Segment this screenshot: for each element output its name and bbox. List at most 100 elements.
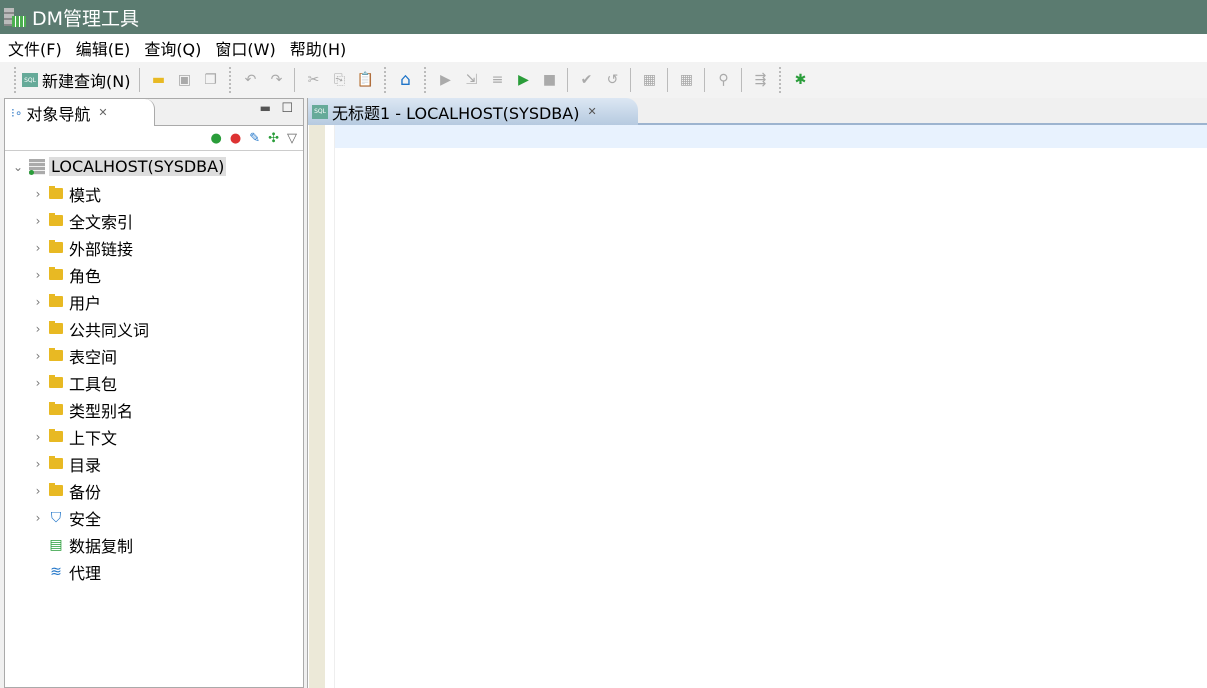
tree-item[interactable]: › 备份 [5,477,303,504]
folder-icon [49,483,63,496]
folder-icon [49,402,63,415]
chevron-right-icon[interactable]: › [31,268,45,282]
tree-item-label: 角色 [69,266,102,286]
object-navigator-panel: ⁝∘ 对象导航 ✕ ▬ ☐ ● ● ✎ ✣ ▽ ⌄ LOCALHOST(SYSD… [4,98,304,688]
folder-icon [49,294,63,307]
sql-editor[interactable] [335,125,1207,148]
open-folder-icon[interactable]: ▬ [147,69,169,91]
paste-icon[interactable]: 📋 [354,69,376,91]
chevron-right-icon[interactable]: › [31,457,45,471]
tree-item[interactable]: › ⛉ 安全 [5,504,303,531]
folder-icon [49,186,63,199]
editor-panel: SQL 无标题1 - LOCALHOST(SYSDBA) ✕ [307,98,1207,688]
chevron-down-icon[interactable]: ⌄ [11,160,25,174]
tree-item[interactable]: › 表空间 [5,342,303,369]
stop-icon[interactable]: ■ [538,69,560,91]
debug-icon[interactable]: ✱ [789,69,811,91]
run-icon[interactable]: ▶ [434,69,456,91]
chevron-right-icon[interactable]: › [31,322,45,336]
chevron-right-icon[interactable]: › [31,295,45,309]
close-icon[interactable]: ✕ [98,106,107,119]
view-menu-icon[interactable]: ▽ [287,131,297,146]
commit-icon[interactable]: ✔ [575,69,597,91]
tab-editor[interactable]: SQL 无标题1 - LOCALHOST(SYSDBA) ✕ [308,98,638,125]
disconnect-icon[interactable]: ● [230,131,241,146]
tree-item-label: 备份 [69,482,102,502]
replication-icon: ▤ [49,536,63,553]
redo-icon[interactable]: ↷ [265,69,287,91]
transaction-icon[interactable]: ⇶ [749,69,771,91]
tree-root-label: LOCALHOST(SYSDBA) [49,157,227,176]
menu-help[interactable]: 帮助(H) [290,36,347,60]
undo-icon[interactable]: ↶ [239,69,261,91]
connect-icon[interactable]: ● [211,131,222,146]
layers-icon: ≋ [50,563,62,580]
tree-item[interactable]: › 角色 [5,261,303,288]
new-query-button[interactable]: SQL 新建查询(N) [22,68,130,92]
tree-item[interactable]: › 目录 [5,450,303,477]
sql-file-icon: SQL [312,104,328,119]
tab-object-navigator[interactable]: ⁝∘ 对象导航 ✕ [5,99,155,126]
rollback-icon[interactable]: ↺ [601,69,623,91]
tab-label: 对象导航 [26,104,91,124]
save-icon[interactable]: ▣ [173,69,195,91]
tree-root[interactable]: ⌄ LOCALHOST(SYSDBA) [5,153,303,180]
tree-item[interactable]: › 工具包 [5,369,303,396]
tree-item-label: 代理 [69,563,102,583]
tree-item-label: 类型别名 [69,401,134,421]
tree-item[interactable]: ≋ 代理 [5,558,303,585]
run-step-icon[interactable]: ⇲ [460,69,482,91]
tree-item[interactable]: › 公共同义词 [5,315,303,342]
close-icon[interactable]: ✕ [587,105,596,118]
run-selection-icon[interactable]: ≡ [486,69,508,91]
tree-item[interactable]: › 用户 [5,288,303,315]
menu-window[interactable]: 窗口(W) [215,36,275,60]
chevron-right-icon[interactable]: › [31,430,45,444]
menu-query[interactable]: 查询(Q) [144,36,201,60]
copy-icon[interactable]: ⎘ [328,69,350,91]
expand-all-icon[interactable]: ✣ [268,131,279,146]
editor-gutter [309,125,325,688]
explain-icon[interactable]: ▦ [638,69,660,91]
chevron-right-icon[interactable]: › [31,187,45,201]
tree-item[interactable]: › 全文索引 [5,207,303,234]
minimize-icon[interactable]: ▬ [260,101,271,115]
cut-icon[interactable]: ✂ [302,69,324,91]
menu-bar: 文件(F) 编辑(E) 查询(Q) 窗口(W) 帮助(H) [0,34,1207,62]
server-icon [29,158,45,175]
tree-item-label: 全文索引 [69,212,134,232]
tree-item[interactable]: › 模式 [5,180,303,207]
analyze-icon[interactable]: ⚲ [712,69,734,91]
schedule-icon[interactable]: ▦ [675,69,697,91]
chevron-right-icon[interactable]: › [31,511,45,525]
chevron-right-icon[interactable]: › [31,349,45,363]
tree-item[interactable]: › 上下文 [5,423,303,450]
tree-item-label: 安全 [69,509,102,529]
menu-edit[interactable]: 编辑(E) [76,36,131,60]
tree-item-label: 用户 [69,293,102,313]
toolbar-grip[interactable] [14,67,16,93]
folder-icon [49,348,63,361]
edit-icon[interactable]: ✎ [249,131,260,146]
folder-icon [49,456,63,469]
run-script-icon[interactable]: ▶ [512,69,534,91]
chevron-right-icon[interactable]: › [31,484,45,498]
folder-icon [49,375,63,388]
tree-item[interactable]: › 外部链接 [5,234,303,261]
chevron-right-icon[interactable]: › [31,241,45,255]
menu-file[interactable]: 文件(F) [8,36,62,60]
tree-item-label: 模式 [69,185,102,205]
chevron-right-icon[interactable]: › [31,376,45,390]
save-all-icon[interactable]: ❐ [199,69,221,91]
chevron-right-icon[interactable]: › [31,214,45,228]
tree-item[interactable]: ▤ 数据复制 [5,531,303,558]
new-sql-icon: SQL [22,73,38,87]
folder-icon [49,213,63,226]
tree-item-label: 表空间 [69,347,118,367]
home-icon[interactable]: ⌂ [394,69,416,91]
navigator-icon: ⁝∘ [11,105,23,120]
tree-item[interactable]: 类型别名 [5,396,303,423]
shield-icon: ⛉ [50,509,62,526]
maximize-icon[interactable]: ☐ [281,101,293,116]
title-bar: DM管理工具 [0,0,1207,34]
